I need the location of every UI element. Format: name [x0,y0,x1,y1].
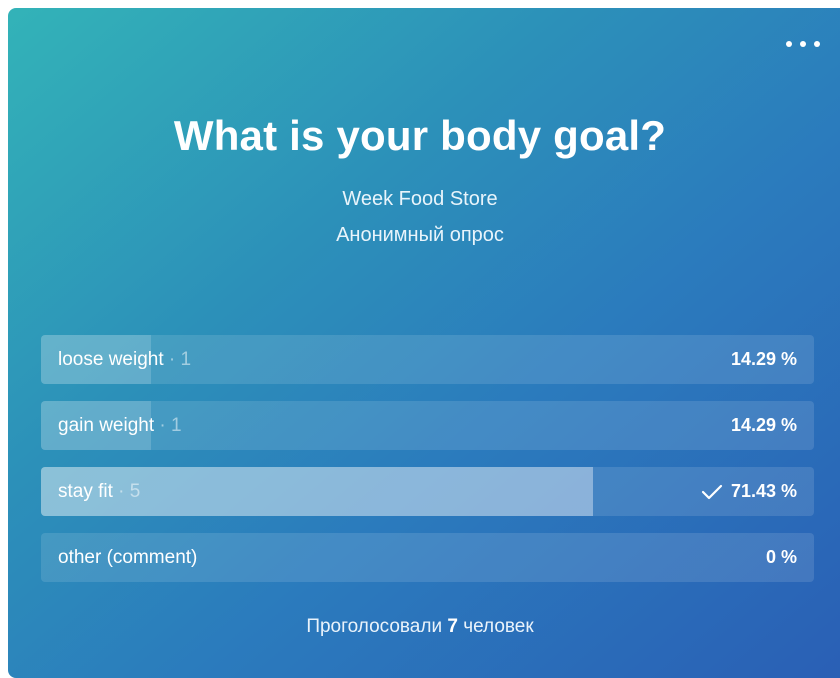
more-horizontal-icon [800,41,806,47]
poll-option-label: loose weight · 1 [58,349,192,370]
poll-footer: Проголосовали 7 человек [8,616,840,638]
poll-option-label: stay fit · 5 [58,481,141,502]
poll-options: loose weight · 1 14.29 % gain weight · 1… [41,335,814,599]
poll-option-label: gain weight · 1 [58,415,182,436]
voters-count: 7 [447,616,458,637]
check-icon [701,484,723,499]
footer-prefix: Проголосовали [306,616,448,637]
poll-option-percent: 71.43 % [701,467,797,516]
more-options-button[interactable] [786,37,820,51]
poll-type: Анонимный опрос [336,224,504,246]
poll-option[interactable]: other (comment) 0 % [41,533,814,582]
poll-option-count: · 5 [112,481,141,502]
poll-option-percent: 14.29 % [730,349,797,369]
poll-author: Week Food Store [342,188,498,210]
more-horizontal-icon [786,41,792,47]
more-horizontal-icon [814,41,820,47]
poll-title: What is your body goal? [173,112,667,159]
poll-option[interactable]: loose weight · 1 14.29 % [41,335,814,384]
poll-option-count: · 1 [154,415,182,436]
poll-option-percent: 14.29 % [730,415,797,435]
poll-card: What is your body goal? Week Food Store … [8,8,840,678]
poll-option-percent: 0 % [765,547,797,567]
poll-option-label: other (comment) [58,547,198,568]
poll-option[interactable]: gain weight · 1 14.29 % [41,401,814,450]
poll-option-count: · 1 [163,349,192,370]
footer-suffix: человек [457,616,534,637]
poll-option[interactable]: stay fit · 5 71.43 % [41,467,814,516]
